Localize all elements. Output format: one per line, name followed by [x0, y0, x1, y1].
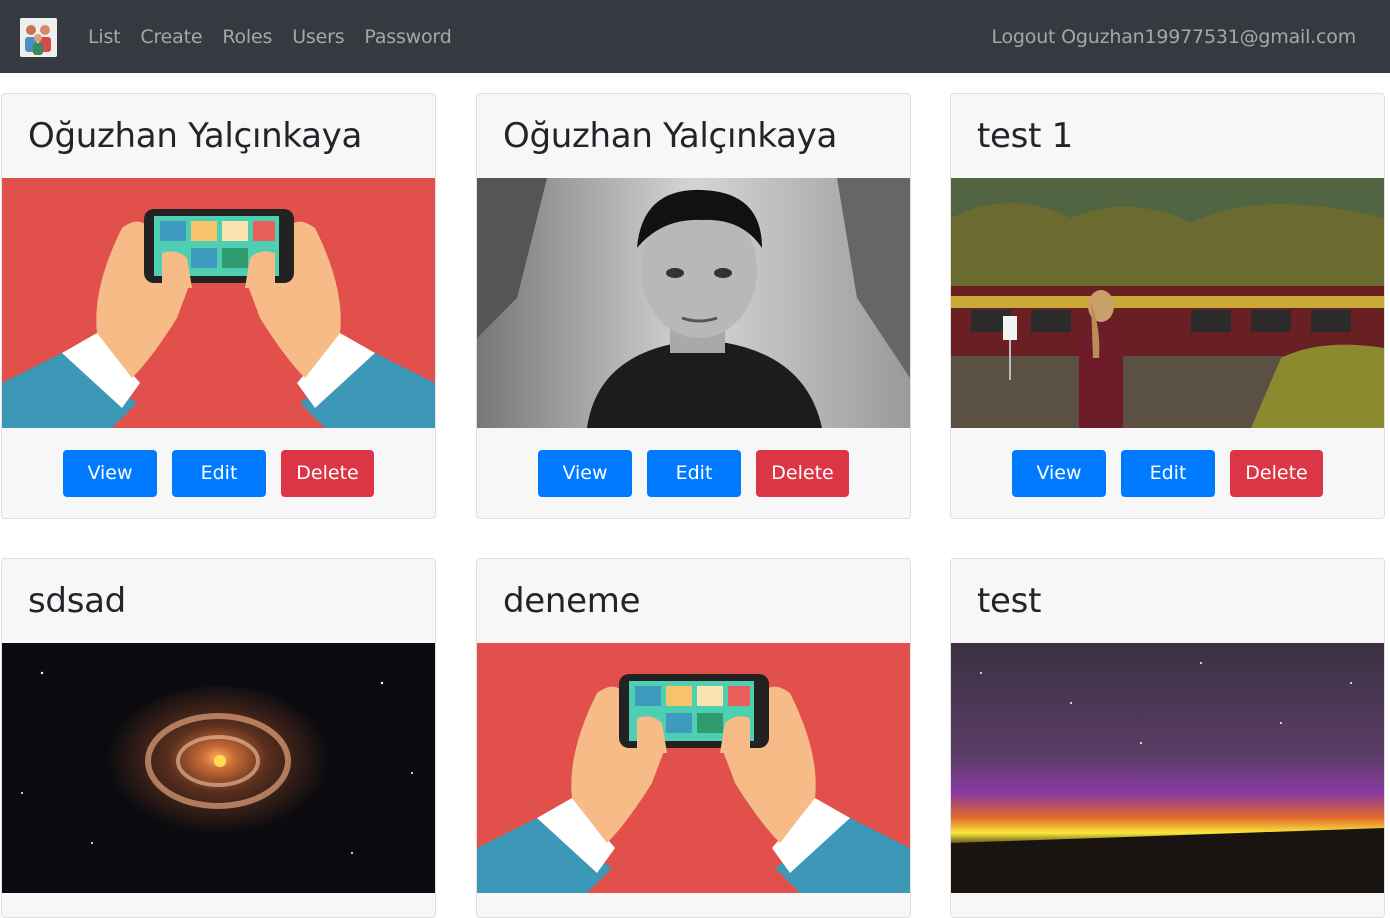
phone-hands-illustration	[477, 643, 910, 893]
user-card: deneme	[476, 558, 911, 918]
galaxy-space-photo	[2, 643, 435, 893]
navbar: List Create Roles Users Password Logout …	[0, 0, 1390, 73]
users-logo-icon[interactable]	[20, 18, 57, 57]
nav-link-users[interactable]: Users	[292, 24, 344, 50]
nav-link-roles[interactable]: Roles	[222, 24, 272, 50]
delete-button[interactable]: Delete	[1230, 449, 1323, 497]
card-title: deneme	[503, 581, 641, 621]
card-title: test 1	[977, 116, 1073, 156]
user-card: test 1 View Edit Delete	[950, 93, 1385, 519]
view-button[interactable]: View	[538, 449, 632, 497]
nav-link-create[interactable]: Create	[140, 24, 202, 50]
logout-link[interactable]: Logout Oguzhan19977531@gmail.com	[991, 24, 1356, 50]
card-title: sdsad	[28, 581, 126, 621]
nav-links: List Create Roles Users Password	[88, 24, 452, 50]
card-actions: View Edit Delete	[477, 428, 910, 518]
phone-hands-illustration	[2, 178, 435, 428]
card-actions: View Edit Delete	[2, 428, 435, 518]
delete-button[interactable]: Delete	[756, 449, 849, 497]
nav-link-password[interactable]: Password	[364, 24, 451, 50]
card-actions: View Edit Delete	[951, 428, 1384, 518]
edit-button[interactable]: Edit	[172, 449, 266, 497]
user-card: sdsad	[1, 558, 436, 918]
user-card: Oğuzhan Yalçınkaya View Edit Delete	[476, 93, 911, 519]
user-card: test	[950, 558, 1385, 918]
edit-button[interactable]: Edit	[1121, 449, 1215, 497]
view-button[interactable]: View	[63, 449, 157, 497]
delete-button[interactable]: Delete	[281, 449, 374, 497]
edit-button[interactable]: Edit	[647, 449, 741, 497]
grayscale-portrait-photo	[477, 178, 910, 428]
view-button[interactable]: View	[1012, 449, 1106, 497]
woman-by-train-photo	[951, 178, 1384, 428]
aurora-night-sky-photo	[951, 643, 1384, 893]
user-card: Oğuzhan Yalçınkaya View Edit Delete	[1, 93, 436, 519]
nav-link-list[interactable]: List	[88, 24, 121, 50]
card-title: test	[977, 581, 1042, 621]
card-title: Oğuzhan Yalçınkaya	[503, 116, 838, 156]
card-title: Oğuzhan Yalçınkaya	[28, 116, 363, 156]
